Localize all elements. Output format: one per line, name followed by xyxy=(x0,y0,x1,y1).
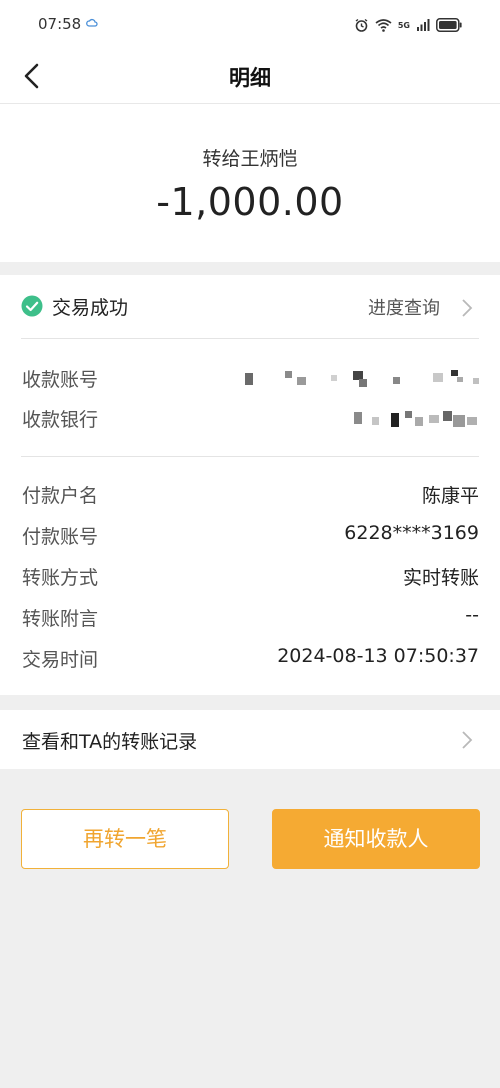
transfer-method-row: 转账方式 实时转账 xyxy=(22,563,479,593)
status-time: 07:58 xyxy=(38,15,82,33)
status-icons: 5G xyxy=(354,16,462,34)
cloud-sync-icon xyxy=(86,18,98,27)
detail-value: 陈康平 xyxy=(421,485,479,507)
detail-value: 实时转账 xyxy=(402,567,479,589)
transaction-status: 交易成功 xyxy=(52,297,129,319)
success-check-icon xyxy=(21,295,43,317)
recipient-account-row: 收款账号 xyxy=(22,365,479,395)
nav-bar: 明细 xyxy=(0,50,500,104)
transaction-time-row: 交易时间 2024-08-13 07:50:37 xyxy=(22,645,479,675)
recipient-bank-row: 收款银行 xyxy=(22,405,479,435)
detail-label: 付款账号 xyxy=(22,526,99,548)
transfer-again-button[interactable]: 再转一笔 xyxy=(21,809,229,869)
detail-value: 2024-08-13 07:50:37 xyxy=(277,645,479,667)
transfer-summary: 转给王炳恺 -1,000.00 xyxy=(0,104,500,262)
chevron-right-icon xyxy=(462,731,473,749)
chevron-right-icon xyxy=(462,299,473,317)
progress-query-link[interactable]: 进度查询 xyxy=(368,294,440,320)
network-type-label: 5G xyxy=(397,20,410,30)
detail-value: 6228****3169 xyxy=(344,522,479,544)
transfer-note-row: 转账附言 -- xyxy=(22,604,479,634)
payer-name-row: 付款户名 陈康平 xyxy=(22,481,479,511)
transfer-history-link[interactable]: 查看和TA的转账记录 xyxy=(0,710,500,769)
divider xyxy=(21,456,479,457)
battery-icon xyxy=(436,18,462,32)
masked-account-number xyxy=(245,370,479,387)
payee-line: 转给王炳恺 xyxy=(202,148,298,170)
signal-icon xyxy=(417,19,430,31)
detail-label: 转账方式 xyxy=(22,567,99,589)
detail-label: 转账附言 xyxy=(22,608,99,630)
page-title: 明细 xyxy=(229,66,271,90)
detail-card: 交易成功 进度查询 收款账号 收款银行 付款户名 陈康平 付款账号 6228**… xyxy=(0,275,500,695)
recipient-bank-label: 收款银行 xyxy=(22,409,99,431)
transfer-history-label: 查看和TA的转账记录 xyxy=(22,731,198,753)
detail-label: 付款户名 xyxy=(22,485,99,507)
detail-label: 交易时间 xyxy=(22,649,99,671)
wifi-icon xyxy=(375,19,392,32)
detail-value: -- xyxy=(465,604,479,626)
payer-account-row: 付款账号 6228****3169 xyxy=(22,522,479,552)
transaction-status-row[interactable]: 交易成功 进度查询 xyxy=(0,275,500,337)
transfer-amount: -1,000.00 xyxy=(156,180,344,224)
recipient-account-label: 收款账号 xyxy=(22,369,99,391)
masked-bank-name xyxy=(354,411,477,427)
notify-recipient-button[interactable]: 通知收款人 xyxy=(272,809,480,869)
status-bar: 07:58 5G xyxy=(0,0,500,50)
divider xyxy=(21,338,479,339)
alarm-icon xyxy=(355,18,368,32)
